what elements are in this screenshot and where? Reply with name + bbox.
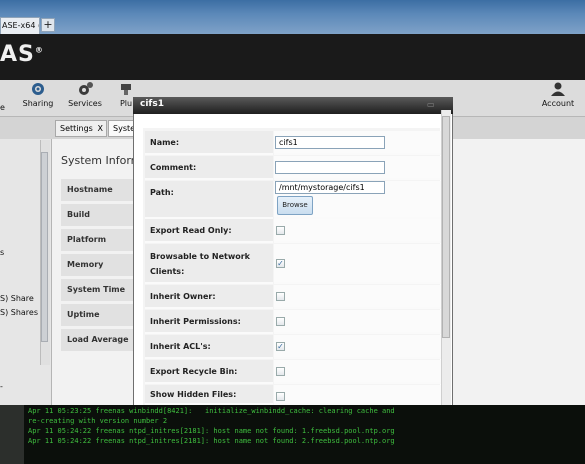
close-icon[interactable]: X [98, 121, 103, 136]
show-hidden-files-checkbox[interactable] [276, 392, 285, 401]
logo-text: AS [0, 42, 35, 67]
inherit-permissions-cell [274, 310, 441, 334]
inherit-acls-cell [274, 335, 441, 359]
tree-item-cifs-shares[interactable]: S) Shares [0, 308, 38, 317]
dialog-titlebar[interactable] [133, 97, 453, 114]
tree-item[interactable]: - [0, 382, 3, 391]
services-icon [79, 82, 93, 95]
export-read-only-checkbox[interactable] [276, 226, 285, 235]
log-line: Apr 11 05:24:22 freenas ntpd_initres[218… [28, 427, 395, 435]
account-icon [551, 82, 565, 96]
export-recycle-bin-label: Export Recycle Bin: [145, 360, 273, 384]
name-input[interactable] [275, 136, 385, 149]
dialog-title: cifs1 [140, 99, 164, 109]
inherit-acls-label: Inherit ACL's: [145, 335, 273, 359]
toolbar-services-button[interactable]: Services [66, 82, 104, 114]
comment-label: Comment: [145, 156, 273, 180]
inherit-permissions-checkbox[interactable] [276, 317, 285, 326]
browsable-checkbox[interactable]: ✓ [276, 259, 285, 268]
tab-settings[interactable]: Settings X [55, 120, 107, 137]
inherit-owner-checkbox[interactable] [276, 292, 285, 301]
left-scrollbar-thumb[interactable] [41, 152, 48, 342]
export-recycle-bin-checkbox[interactable] [276, 367, 285, 376]
inherit-acls-checkbox[interactable]: ✓ [276, 342, 285, 351]
log-line: Apr 11 05:23:25 freenas winbindd[8421]: … [28, 407, 395, 415]
toolbar-system-button[interactable]: e [0, 82, 12, 114]
new-tab-button[interactable]: + [41, 18, 55, 32]
toolbar-sharing-button[interactable]: Sharing [20, 82, 56, 114]
show-hidden-files-cell [274, 385, 441, 405]
app-logo: AS® [0, 42, 44, 67]
info-label-memory: Memory [61, 254, 142, 278]
log-line: re-creating with version number 2 [28, 417, 168, 425]
app-header [0, 34, 585, 80]
info-label-build: Build [61, 204, 142, 228]
dialog-close-icon[interactable]: ▭ [427, 100, 435, 109]
name-label: Name: [145, 131, 273, 155]
info-label-uptime: Uptime [61, 304, 142, 328]
tree-item-cifs-share[interactable]: S) Share [0, 294, 34, 303]
tab-system[interactable]: Syste [108, 120, 136, 137]
toolbar-account-button[interactable]: Account [538, 82, 578, 114]
path-input[interactable] [275, 181, 385, 194]
browse-button[interactable]: Browse [277, 196, 313, 215]
path-label: Path: [145, 181, 273, 219]
inherit-owner-label: Inherit Owner: [145, 285, 273, 309]
info-label-platform: Platform [61, 229, 142, 253]
page-title: System Inform [61, 154, 142, 167]
info-label-load-average: Load Average [61, 329, 142, 353]
export-read-only-label: Export Read Only: [145, 219, 273, 243]
browsable-label: Browsable to Network Clients: [145, 244, 273, 284]
inherit-owner-cell [274, 285, 441, 309]
show-hidden-files-label: Show Hidden Files: [145, 385, 273, 405]
comment-input[interactable] [275, 161, 385, 174]
log-console-gutter [0, 405, 24, 464]
export-recycle-bin-cell [274, 360, 441, 384]
tab-label: Syste [113, 124, 136, 133]
browsable-cell [274, 244, 441, 284]
toolbar-label: Account [541, 99, 575, 108]
browser-tab[interactable]: ASE-x64 (... [0, 17, 40, 34]
toolbar-label: Services [68, 99, 102, 108]
logo-mark: ® [34, 45, 44, 55]
system-icon [6, 82, 7, 96]
toolbar-label: e [0, 103, 5, 112]
sharing-icon [32, 83, 44, 95]
browser-chrome [0, 0, 585, 34]
info-label-hostname: Hostname [61, 179, 142, 203]
export-read-only-cell [274, 219, 441, 243]
plugins-icon [121, 84, 131, 95]
dialog-scrollbar-thumb[interactable] [442, 116, 450, 338]
toolbar-label: Plu [119, 99, 133, 108]
log-line: Apr 11 05:24:22 freenas ntpd_initres[218… [28, 437, 395, 445]
tab-label: Settings [60, 124, 93, 133]
tree-item[interactable]: s [0, 248, 4, 257]
inherit-permissions-label: Inherit Permissions: [145, 310, 273, 334]
toolbar-label: Sharing [22, 99, 54, 108]
info-label-system-time: System Time [61, 279, 142, 303]
